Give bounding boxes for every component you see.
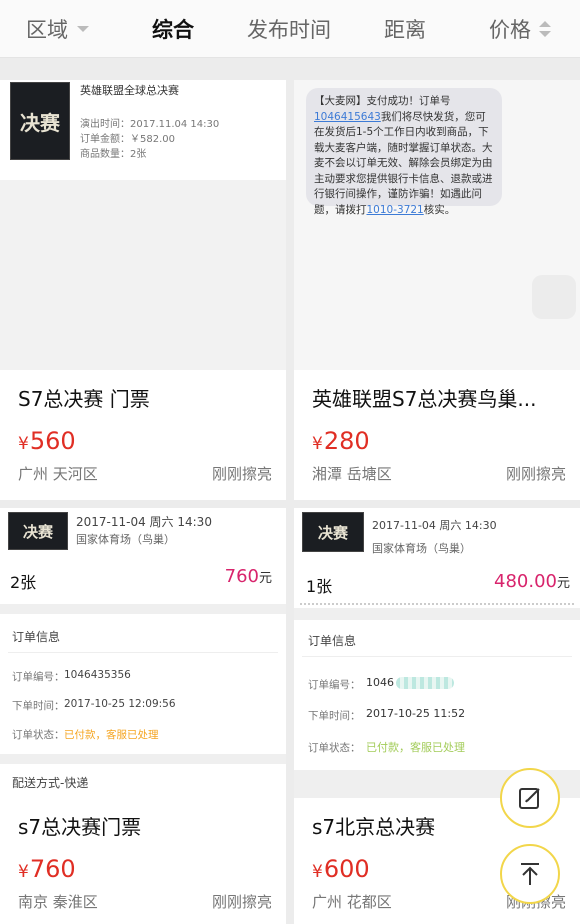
listing-photo: 【大麦网】支付成功！订单号1046415643我们将尽快发货，您可在发货后1-5… <box>294 80 580 370</box>
edit-icon <box>519 788 540 809</box>
caret-down-icon <box>77 26 89 32</box>
listing-title: s7北京总决赛 <box>312 815 436 839</box>
listing-price: ¥600 <box>312 855 370 883</box>
ticket-datetime: 2017-11-04 周六 14:30 <box>76 515 212 529</box>
filter-distance[interactable]: 距离 <box>384 0 426 58</box>
assistive-touch-button <box>532 275 576 319</box>
listing-title: 英雄联盟S7总决赛鸟巢... <box>312 387 537 411</box>
listing-photo: 决赛 英雄联盟全球总决赛 演出时间：2017.11.04 14:30 订单金额：… <box>0 80 286 370</box>
listing-refresh-time: 刚刚擦亮 <box>505 465 566 483</box>
poster-image: 决赛 <box>8 512 68 550</box>
sort-icon <box>539 21 551 37</box>
listing-card[interactable]: 决赛 2017-11-04 周六 14:30 国家体育场（鸟巢） 2张 760元… <box>0 508 286 924</box>
delivery-panel: 配送方式-快递 <box>0 764 286 798</box>
order-time: 2017-10-25 11:52 <box>366 707 466 720</box>
order-time-label: 下单时间： <box>308 710 361 722</box>
order-status: 已付款，客服已处理 <box>366 741 465 754</box>
filter-price[interactable]: 价格 <box>489 0 551 58</box>
divider <box>8 652 278 653</box>
order-no: 1046 <box>366 676 454 689</box>
item-quantity: 商品数量：2张 <box>80 149 147 160</box>
order-info-heading: 订单信息 <box>308 634 357 648</box>
filter-overall-label: 综合 <box>152 18 194 42</box>
order-amount: 订单金额：￥582.00 <box>80 134 175 145</box>
listing-refresh-time: 刚刚擦亮 <box>211 893 272 911</box>
sms-screenshot: 【大麦网】支付成功！订单号1046415643我们将尽快发货，您可在发货后1-5… <box>306 88 502 216</box>
listing-price: ¥560 <box>18 427 76 455</box>
listing-price: ¥760 <box>18 855 76 883</box>
filter-bar: 区域 综合 发布时间 距离 价格 <box>0 0 580 58</box>
order-info-panel: 订单信息 订单编号： 1046 下单时间： 2017-10-25 11:52 订… <box>294 620 580 770</box>
ticket-count: 2张 <box>10 573 37 592</box>
listing-location: 广州 花都区 <box>312 893 392 911</box>
ticket-amount: 480.00元 <box>494 571 570 592</box>
listing-location: 湘潭 岳塘区 <box>312 465 392 483</box>
arrow-up-icon <box>521 863 539 885</box>
listing-location: 广州 天河区 <box>18 465 98 483</box>
filter-price-label: 价格 <box>489 18 531 42</box>
filter-distance-label: 距离 <box>384 18 426 42</box>
order-no: 1046435356 <box>64 669 131 681</box>
delivery-method: 配送方式-快递 <box>12 776 89 790</box>
listing-location: 南京 秦淮区 <box>18 893 98 911</box>
ticket-venue: 国家体育场（鸟巢） <box>372 542 471 555</box>
back-to-top-button[interactable] <box>500 844 560 904</box>
order-time: 2017-10-25 12:09:56 <box>64 698 176 710</box>
poster-image: 决赛 <box>302 512 364 552</box>
ticket-venue: 国家体育场（鸟巢） <box>76 533 175 546</box>
order-screenshot: 决赛 英雄联盟全球总决赛 演出时间：2017.11.04 14:30 订单金额：… <box>0 80 286 180</box>
post-edit-button[interactable] <box>500 768 560 828</box>
divider <box>302 656 572 657</box>
listing-price: ¥280 <box>312 427 370 455</box>
order-status: 已付款，客服已处理 <box>64 729 159 741</box>
filter-publish-time[interactable]: 发布时间 <box>247 0 331 58</box>
ticket-count: 1张 <box>306 577 333 596</box>
order-info-heading: 订单信息 <box>12 630 61 644</box>
order-status-label: 订单状态： <box>12 729 65 741</box>
order-no-label: 订单编号： <box>308 679 361 691</box>
show-time: 演出时间：2017.11.04 14:30 <box>80 119 220 130</box>
order-time-label: 下单时间： <box>12 700 65 712</box>
filter-publish-time-label: 发布时间 <box>247 18 331 42</box>
ticket-datetime: 2017-11-04 周六 14:30 <box>372 519 497 532</box>
poster-image: 决赛 <box>10 82 70 160</box>
ticket-summary: 决赛 2017-11-04 周六 14:30 国家体育场（鸟巢） 2张 760元 <box>0 508 286 604</box>
perforation-line <box>300 603 574 605</box>
listing-card[interactable]: 决赛 英雄联盟全球总决赛 演出时间：2017.11.04 14:30 订单金额：… <box>0 80 286 500</box>
order-no-label: 订单编号： <box>12 671 65 683</box>
order-status-label: 订单状态： <box>308 742 361 754</box>
filter-region-label: 区域 <box>26 18 68 42</box>
filter-overall[interactable]: 综合 <box>152 0 194 58</box>
filter-region[interactable]: 区域 <box>26 0 89 58</box>
listing-title: s7总决赛门票 <box>18 815 142 839</box>
listing-refresh-time: 刚刚擦亮 <box>211 465 272 483</box>
order-info-panel: 订单信息 订单编号： 1046435356 下单时间： 2017-10-25 1… <box>0 614 286 754</box>
listing-photo: 决赛 2017-11-04 周六 14:30 国家体育场（鸟巢） 2张 760元… <box>0 508 286 798</box>
redacted-blur <box>396 677 454 689</box>
ticket-summary: 决赛 2017-11-04 周六 14:30 国家体育场（鸟巢） 1张 480.… <box>294 508 580 608</box>
listing-card[interactable]: 【大麦网】支付成功！订单号1046415643我们将尽快发货，您可在发货后1-5… <box>294 80 580 500</box>
ticket-amount: 760元 <box>224 566 272 587</box>
event-name: 英雄联盟全球总决赛 <box>80 84 179 97</box>
listing-photo: 决赛 2017-11-04 周六 14:30 国家体育场（鸟巢） 1张 480.… <box>294 508 580 798</box>
listing-title: S7总决赛 门票 <box>18 387 150 411</box>
